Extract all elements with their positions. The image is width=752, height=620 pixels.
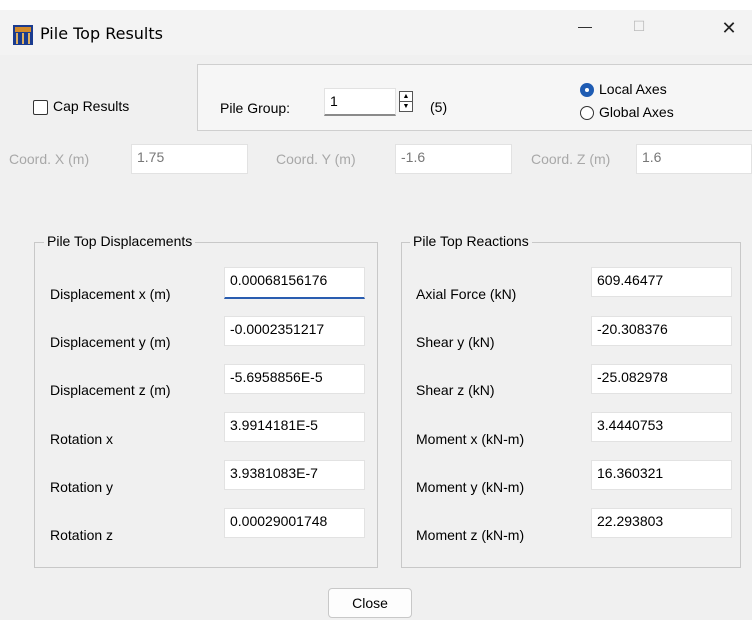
coord-y-field[interactable]: -1.6 [395, 144, 512, 174]
displacement-y-label: Displacement y (m) [50, 334, 171, 350]
displacement-z-field[interactable]: -5.6958856E-5 [224, 364, 365, 394]
window-title: Pile Top Results [40, 24, 163, 43]
rotation-y-field[interactable]: 3.9381083E-7 [224, 460, 365, 490]
shear-z-label: Shear z (kN) [416, 382, 495, 398]
rotation-x-label: Rotation x [50, 431, 114, 447]
pile-group-label: Pile Group: [220, 100, 291, 116]
rotation-x-field[interactable]: 3.9914181E-5 [224, 412, 365, 442]
app-icon [13, 25, 33, 45]
moment-y-field[interactable]: 16.360321 [591, 460, 732, 490]
background-strip [0, 0, 752, 10]
coord-x-label: Coord. X (m) [9, 151, 90, 167]
pile-group-stepper[interactable]: ▲ ▼ [399, 91, 413, 112]
moment-x-field[interactable]: 3.4440753 [591, 412, 732, 442]
global-axes-label: Global Axes [599, 104, 674, 120]
close-button[interactable]: Close [328, 588, 412, 618]
axial-force-field[interactable]: 609.46477 [591, 267, 732, 297]
displacement-z-label: Displacement z (m) [50, 382, 171, 398]
rotation-z-label: Rotation z [50, 527, 114, 543]
minimize-icon[interactable]: — [562, 18, 608, 48]
shear-y-field[interactable]: -20.308376 [591, 316, 732, 346]
axial-force-label: Axial Force (kN) [416, 286, 517, 302]
shear-z-field[interactable]: -25.082978 [591, 364, 732, 394]
stepper-down-icon[interactable]: ▼ [400, 102, 412, 111]
moment-y-label: Moment y (kN-m) [416, 479, 525, 495]
rotation-y-label: Rotation y [50, 479, 114, 495]
reactions-title: Pile Top Reactions [410, 233, 532, 249]
displacements-title: Pile Top Displacements [44, 233, 196, 249]
coord-z-field[interactable]: 1.6 [636, 144, 752, 174]
pile-top-results-dialog: Pile Top Results — ☐ ✕ Cap Results Pile … [0, 10, 752, 620]
pile-group-panel [197, 64, 752, 131]
coord-y-label: Coord. Y (m) [276, 151, 356, 167]
coord-z-label: Coord. Z (m) [531, 151, 611, 167]
shear-y-label: Shear y (kN) [416, 334, 495, 350]
cap-results-label: Cap Results [53, 98, 130, 114]
pile-group-input[interactable]: 1 [324, 88, 396, 116]
global-axes-radio[interactable] [580, 106, 594, 120]
moment-z-field[interactable]: 22.293803 [591, 508, 732, 538]
local-axes-radio[interactable] [580, 83, 594, 97]
stepper-up-icon[interactable]: ▲ [400, 92, 412, 102]
local-axes-label: Local Axes [599, 81, 667, 97]
coord-x-field[interactable]: 1.75 [131, 144, 248, 174]
title-bar: Pile Top Results — ☐ ✕ [0, 10, 752, 55]
rotation-z-field[interactable]: 0.00029001748 [224, 508, 365, 538]
displacement-x-field[interactable]: 0.00068156176 [224, 267, 365, 299]
displacement-y-field[interactable]: -0.0002351217 [224, 316, 365, 346]
displacement-x-label: Displacement x (m) [50, 286, 171, 302]
moment-x-label: Moment x (kN-m) [416, 431, 525, 447]
moment-z-label: Moment z (kN-m) [416, 527, 525, 543]
close-icon[interactable]: ✕ [706, 18, 752, 48]
maximize-icon[interactable]: ☐ [616, 18, 662, 48]
pile-count-label: (5) [430, 99, 448, 115]
cap-results-checkbox[interactable] [33, 100, 48, 115]
